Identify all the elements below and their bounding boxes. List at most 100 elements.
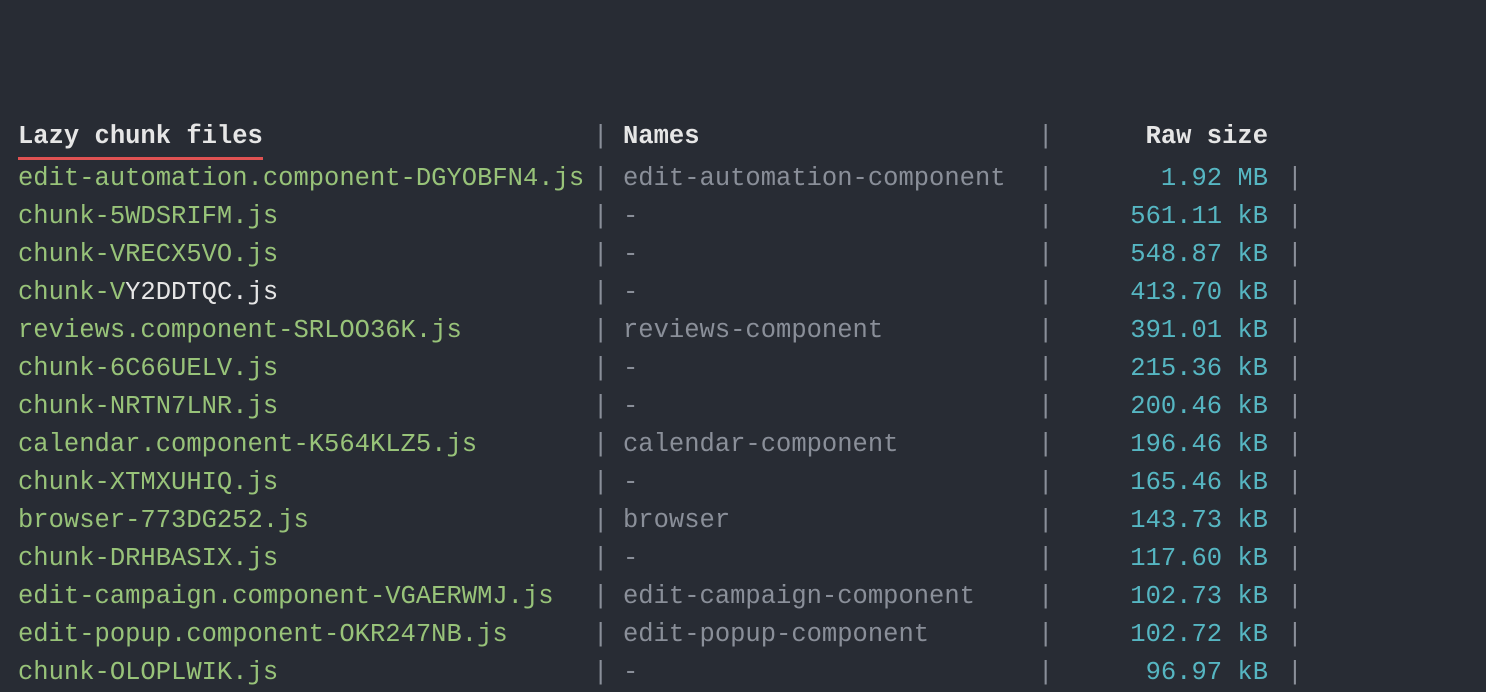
pipe-separator: | — [593, 654, 623, 692]
table-row: chunk-VY2DDTQC.js|-|413.70 kB | — [18, 274, 1468, 312]
pipe-separator: | — [593, 540, 623, 578]
pipe-separator: | — [593, 274, 623, 312]
file-name: chunk-5WDSRIFM.js — [18, 202, 278, 231]
pipe-separator: | — [593, 160, 623, 198]
pipe-separator: | — [593, 502, 623, 540]
pipe-separator: | — [1268, 350, 1303, 388]
pipe-separator: | — [1038, 350, 1068, 388]
pipe-separator: | — [593, 464, 623, 502]
pipe-separator: | — [1268, 160, 1303, 198]
file-name: chunk-VRECX5VO.js — [18, 240, 278, 269]
pipe-separator: | — [1038, 654, 1068, 692]
pipe-separator: | — [593, 312, 623, 350]
chunk-name: edit-popup-component — [623, 620, 929, 649]
pipe-separator: | — [1038, 426, 1068, 464]
pipe-separator: | — [1268, 654, 1303, 692]
chunk-name: - — [623, 240, 638, 269]
file-name: browser-773DG252.js — [18, 506, 309, 535]
pipe-separator: | — [1038, 502, 1068, 540]
pipe-separator: | — [593, 236, 623, 274]
raw-size: 1.92 MB — [1161, 164, 1268, 193]
pipe-separator: | — [1268, 578, 1303, 616]
chunk-name: - — [623, 392, 638, 421]
pipe-separator: | — [1038, 312, 1068, 350]
pipe-separator: | — [1038, 616, 1068, 654]
raw-size: 143.73 kB — [1130, 506, 1268, 535]
pipe-separator: | — [593, 388, 623, 426]
table-row: chunk-VRECX5VO.js|-|548.87 kB | — [18, 236, 1468, 274]
chunk-name: - — [623, 544, 638, 573]
col-header-size: Raw size — [1146, 122, 1268, 151]
file-name: reviews.component-SRLOO36K.js — [18, 316, 462, 345]
pipe-separator: | — [593, 198, 623, 236]
table-row: edit-popup.component-OKR247NB.js|edit-po… — [18, 616, 1468, 654]
pipe-separator: | — [593, 118, 623, 156]
raw-size: 96.97 kB — [1146, 658, 1268, 687]
raw-size: 200.46 kB — [1130, 392, 1268, 421]
col-header-files: Lazy chunk files — [18, 118, 263, 160]
chunk-name: browser — [623, 506, 730, 535]
pipe-separator: | — [1038, 274, 1068, 312]
table-row: chunk-OLOPLWIK.js|-|96.97 kB | — [18, 654, 1468, 692]
pipe-separator: | — [1268, 236, 1303, 274]
pipe-separator: | — [1268, 464, 1303, 502]
pipe-separator: | — [1038, 118, 1068, 156]
table-row: chunk-5WDSRIFM.js|-|561.11 kB | — [18, 198, 1468, 236]
table-header-row: Lazy chunk files|Names|Raw size — [18, 118, 1468, 160]
file-name: chunk-DRHBASIX.js — [18, 544, 278, 573]
pipe-separator: | — [1038, 464, 1068, 502]
pipe-separator: | — [1268, 616, 1303, 654]
file-name: Y2DDTQC.js — [125, 278, 278, 307]
pipe-separator: | — [593, 578, 623, 616]
chunk-name: - — [623, 658, 638, 687]
raw-size: 102.72 kB — [1130, 620, 1268, 649]
chunk-name: edit-campaign-component — [623, 582, 975, 611]
file-name: edit-campaign.component-VGAERWMJ.js — [18, 582, 554, 611]
file-name: chunk-OLOPLWIK.js — [18, 658, 278, 687]
pipe-separator: | — [593, 426, 623, 464]
chunk-name: - — [623, 468, 638, 497]
terminal-output: Lazy chunk files|Names|Raw sizeedit-auto… — [0, 0, 1486, 692]
table-row: browser-773DG252.js|browser|143.73 kB | — [18, 502, 1468, 540]
raw-size: 196.46 kB — [1130, 430, 1268, 459]
raw-size: 548.87 kB — [1130, 240, 1268, 269]
file-name: chunk-V — [18, 278, 125, 307]
chunk-name: calendar-component — [623, 430, 898, 459]
table-row: chunk-NRTN7LNR.js|-|200.46 kB | — [18, 388, 1468, 426]
raw-size: 117.60 kB — [1130, 544, 1268, 573]
file-name: chunk-NRTN7LNR.js — [18, 392, 278, 421]
file-name: calendar.component-K564KLZ5.js — [18, 430, 477, 459]
table-row: edit-campaign.component-VGAERWMJ.js|edit… — [18, 578, 1468, 616]
raw-size: 102.73 kB — [1130, 582, 1268, 611]
file-name: edit-automation.component-DGYOBFN4.js — [18, 164, 584, 193]
pipe-separator: | — [1038, 160, 1068, 198]
file-name: chunk-XTMXUHIQ.js — [18, 468, 278, 497]
raw-size: 413.70 kB — [1130, 278, 1268, 307]
file-name: edit-popup.component-OKR247NB.js — [18, 620, 508, 649]
pipe-separator: | — [1268, 312, 1303, 350]
table-row: edit-automation.component-DGYOBFN4.js|ed… — [18, 160, 1468, 198]
pipe-separator: | — [593, 350, 623, 388]
pipe-separator: | — [1268, 502, 1303, 540]
pipe-separator: | — [1038, 198, 1068, 236]
pipe-separator: | — [1038, 540, 1068, 578]
table-row: chunk-XTMXUHIQ.js|-|165.46 kB | — [18, 464, 1468, 502]
raw-size: 165.46 kB — [1130, 468, 1268, 497]
table-row: reviews.component-SRLOO36K.js|reviews-co… — [18, 312, 1468, 350]
chunk-name: - — [623, 278, 638, 307]
table-row: chunk-DRHBASIX.js|-|117.60 kB | — [18, 540, 1468, 578]
raw-size: 561.11 kB — [1130, 202, 1268, 231]
pipe-separator: | — [1268, 426, 1303, 464]
raw-size: 215.36 kB — [1130, 354, 1268, 383]
raw-size: 391.01 kB — [1130, 316, 1268, 345]
col-header-names: Names — [623, 122, 700, 151]
pipe-separator: | — [1038, 578, 1068, 616]
table-row: calendar.component-K564KLZ5.js|calendar-… — [18, 426, 1468, 464]
pipe-separator: | — [1038, 236, 1068, 274]
pipe-separator: | — [1268, 540, 1303, 578]
pipe-separator: | — [1268, 198, 1303, 236]
table-row: chunk-6C66UELV.js|-|215.36 kB | — [18, 350, 1468, 388]
pipe-separator: | — [593, 616, 623, 654]
pipe-separator: | — [1268, 388, 1303, 426]
file-name: chunk-6C66UELV.js — [18, 354, 278, 383]
